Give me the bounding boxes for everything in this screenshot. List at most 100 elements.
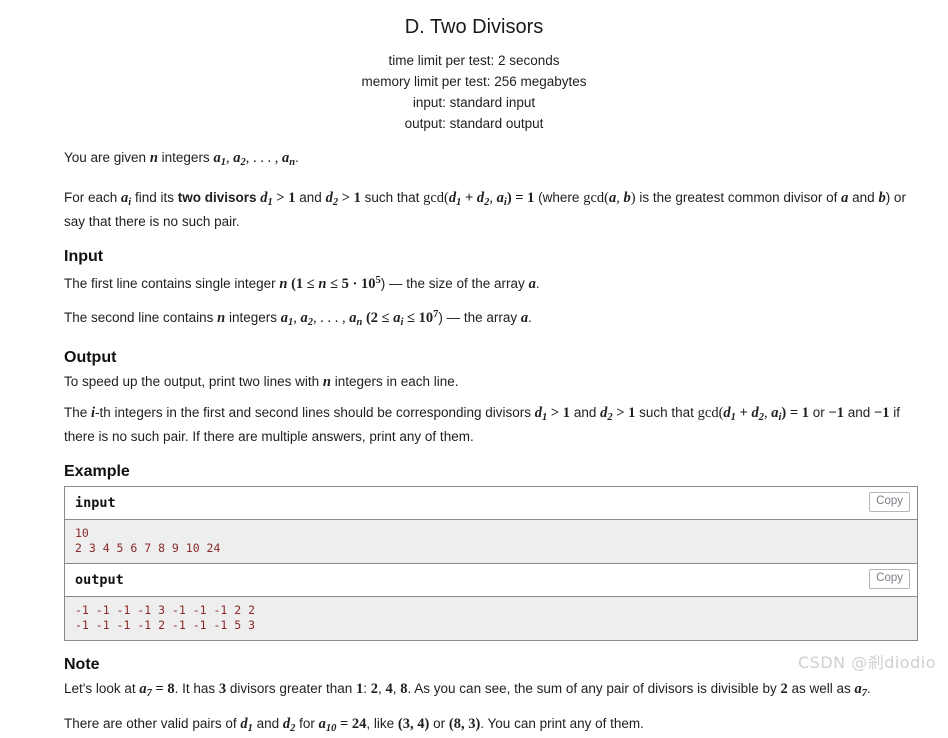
text-fragment: . You can print any of them. — [480, 715, 644, 731]
sample-tests: input Copy 10 2 3 4 5 6 7 8 9 10 24 outp… — [64, 485, 918, 641]
math-pair: (3, 4) — [397, 715, 430, 732]
text-fragment: for — [295, 715, 319, 731]
copy-output-button[interactable]: Copy — [869, 568, 910, 589]
text-fragment: There are other valid pairs of — [64, 715, 241, 731]
math-gcd: gcd( — [697, 404, 724, 421]
math-b: b — [623, 189, 631, 206]
math-number: 4 — [385, 680, 393, 697]
math-d2: d — [751, 404, 759, 421]
text-fragment: and — [843, 404, 875, 420]
sample-output-title-row: output Copy — [65, 563, 917, 597]
math-operator: + — [461, 189, 477, 206]
math-a: a — [496, 189, 504, 206]
csdn-watermark: CSDN @剎diodio — [798, 653, 936, 672]
math-relation: ) = 1 — [506, 189, 535, 206]
text-fragment: or — [808, 404, 829, 420]
memory-limit-line: memory limit per test: 256 megabytes — [361, 74, 587, 89]
text-fragment: and — [252, 715, 283, 731]
text-fragment: , . . . , — [312, 309, 350, 326]
text-fragment: ) — the array — [438, 309, 521, 325]
text-fragment: . — [295, 150, 299, 165]
math-relation: = 8 — [151, 680, 175, 697]
math-n: n — [149, 150, 158, 166]
math-a: a — [280, 309, 288, 326]
math-negative-one: −1 — [828, 404, 844, 421]
math-number: 2 — [370, 680, 378, 697]
text-fragment: The first line contains single integer — [64, 275, 280, 291]
sample-input-data[interactable]: 10 2 3 4 5 6 7 8 9 10 24 — [65, 519, 917, 563]
math-constraint: ≤ 5 · 10 — [326, 275, 376, 292]
math-gcd: gcd( — [583, 189, 609, 206]
text-fragment: , like — [366, 715, 398, 731]
text-fragment: , . . . , — [245, 150, 282, 166]
input-paragraph-2: The second line contains n integers a1, … — [64, 305, 918, 332]
math-number: 8 — [400, 680, 408, 697]
math-a: a — [528, 275, 536, 292]
math-a: a — [213, 150, 221, 166]
math-d2: d — [282, 715, 291, 732]
math-a: a — [854, 680, 862, 697]
text-fragment: . — [867, 680, 871, 696]
math-gcd: gcd( — [423, 189, 449, 206]
time-limit-line: time limit per test: 2 seconds — [388, 53, 560, 68]
text-fragment: . — [535, 275, 540, 291]
copy-input-button[interactable]: Copy — [869, 491, 910, 512]
text-fragment: , — [392, 680, 401, 696]
text-fragment: . — [528, 309, 532, 325]
note-paragraph-1: Let's look at a7 = 8. It has 3 divisors … — [64, 679, 918, 703]
output-paragraph-2: The i-th integers in the first and secon… — [64, 403, 918, 446]
input-spec-line: input: standard input — [412, 95, 536, 110]
math-relation: > 1 — [612, 404, 636, 421]
text-fragment: The — [64, 404, 92, 420]
math-operator: + — [735, 404, 752, 421]
text-fragment: integers in each line. — [330, 373, 459, 389]
text-fragment: -th integers in the first and second lin… — [95, 404, 535, 420]
statement-paragraph-2: For each ai find its two divisors d1 > 1… — [64, 188, 918, 231]
math-a: a — [300, 309, 308, 326]
text-fragment: ) — the size of the array — [380, 275, 529, 291]
text-fragment: is the greatest common divisor of — [635, 189, 842, 205]
input-paragraph-1: The first line contains single integer n… — [64, 271, 918, 294]
math-relation: = 24 — [336, 715, 367, 732]
math-pair: (8, 3) — [448, 715, 481, 732]
math-n: n — [322, 373, 331, 390]
math-negative-one: −1 — [874, 404, 890, 421]
page-title: D. Two Divisors — [404, 16, 544, 38]
section-heading-input: Input — [64, 247, 104, 265]
math-d1: d — [260, 189, 268, 206]
sample-input-title-row: input Copy — [65, 486, 917, 520]
text-fragment: integers — [225, 309, 281, 325]
sample-output-box: output Copy -1 -1 -1 -1 3 -1 -1 -1 2 2 -… — [64, 563, 918, 641]
math-sub: 10 — [325, 722, 337, 734]
math-relation: > 1 — [547, 404, 571, 421]
math-relation: > 1 — [338, 189, 361, 206]
section-heading-example: Example — [64, 462, 130, 480]
math-d2: d — [325, 189, 333, 206]
math-a: a — [318, 715, 326, 732]
text-fragment: (where — [534, 189, 584, 205]
sample-output-data[interactable]: -1 -1 -1 -1 3 -1 -1 -1 2 2 -1 -1 -1 -1 2… — [65, 596, 917, 640]
statement-paragraph-1: You are given n integers a1, a2, . . . ,… — [64, 148, 918, 172]
text-fragment: : — [363, 680, 371, 696]
math-b: b — [878, 189, 886, 206]
text-fragment: . As you can see, the sum of any pair of… — [407, 680, 781, 696]
math-d1: d — [240, 715, 248, 732]
math-relation: ) = 1 — [781, 404, 809, 421]
note-paragraph-2: There are other valid pairs of d1 and d2… — [64, 714, 918, 738]
text-fragment: , — [378, 680, 386, 696]
math-d1: d — [723, 404, 731, 421]
math-d1: d — [534, 404, 543, 421]
text-fragment: and — [570, 404, 601, 420]
text-fragment: To speed up the output, print two lines … — [64, 373, 323, 389]
text-fragment: integers — [157, 150, 214, 165]
text-fragment: and — [295, 189, 326, 205]
text-fragment: and — [848, 189, 879, 205]
text-fragment: Let's look at — [64, 680, 140, 696]
math-number: 3 — [218, 680, 227, 697]
output-spec-line: output: standard output — [404, 116, 544, 131]
text-fragment: The second line contains — [64, 309, 218, 325]
problem-header: D. Two Divisors time limit per test: 2 s… — [0, 0, 948, 134]
sample-input-label: input — [75, 494, 116, 511]
math-constraint: (2 ≤ — [362, 309, 394, 326]
text-fragment: such that — [360, 189, 424, 205]
